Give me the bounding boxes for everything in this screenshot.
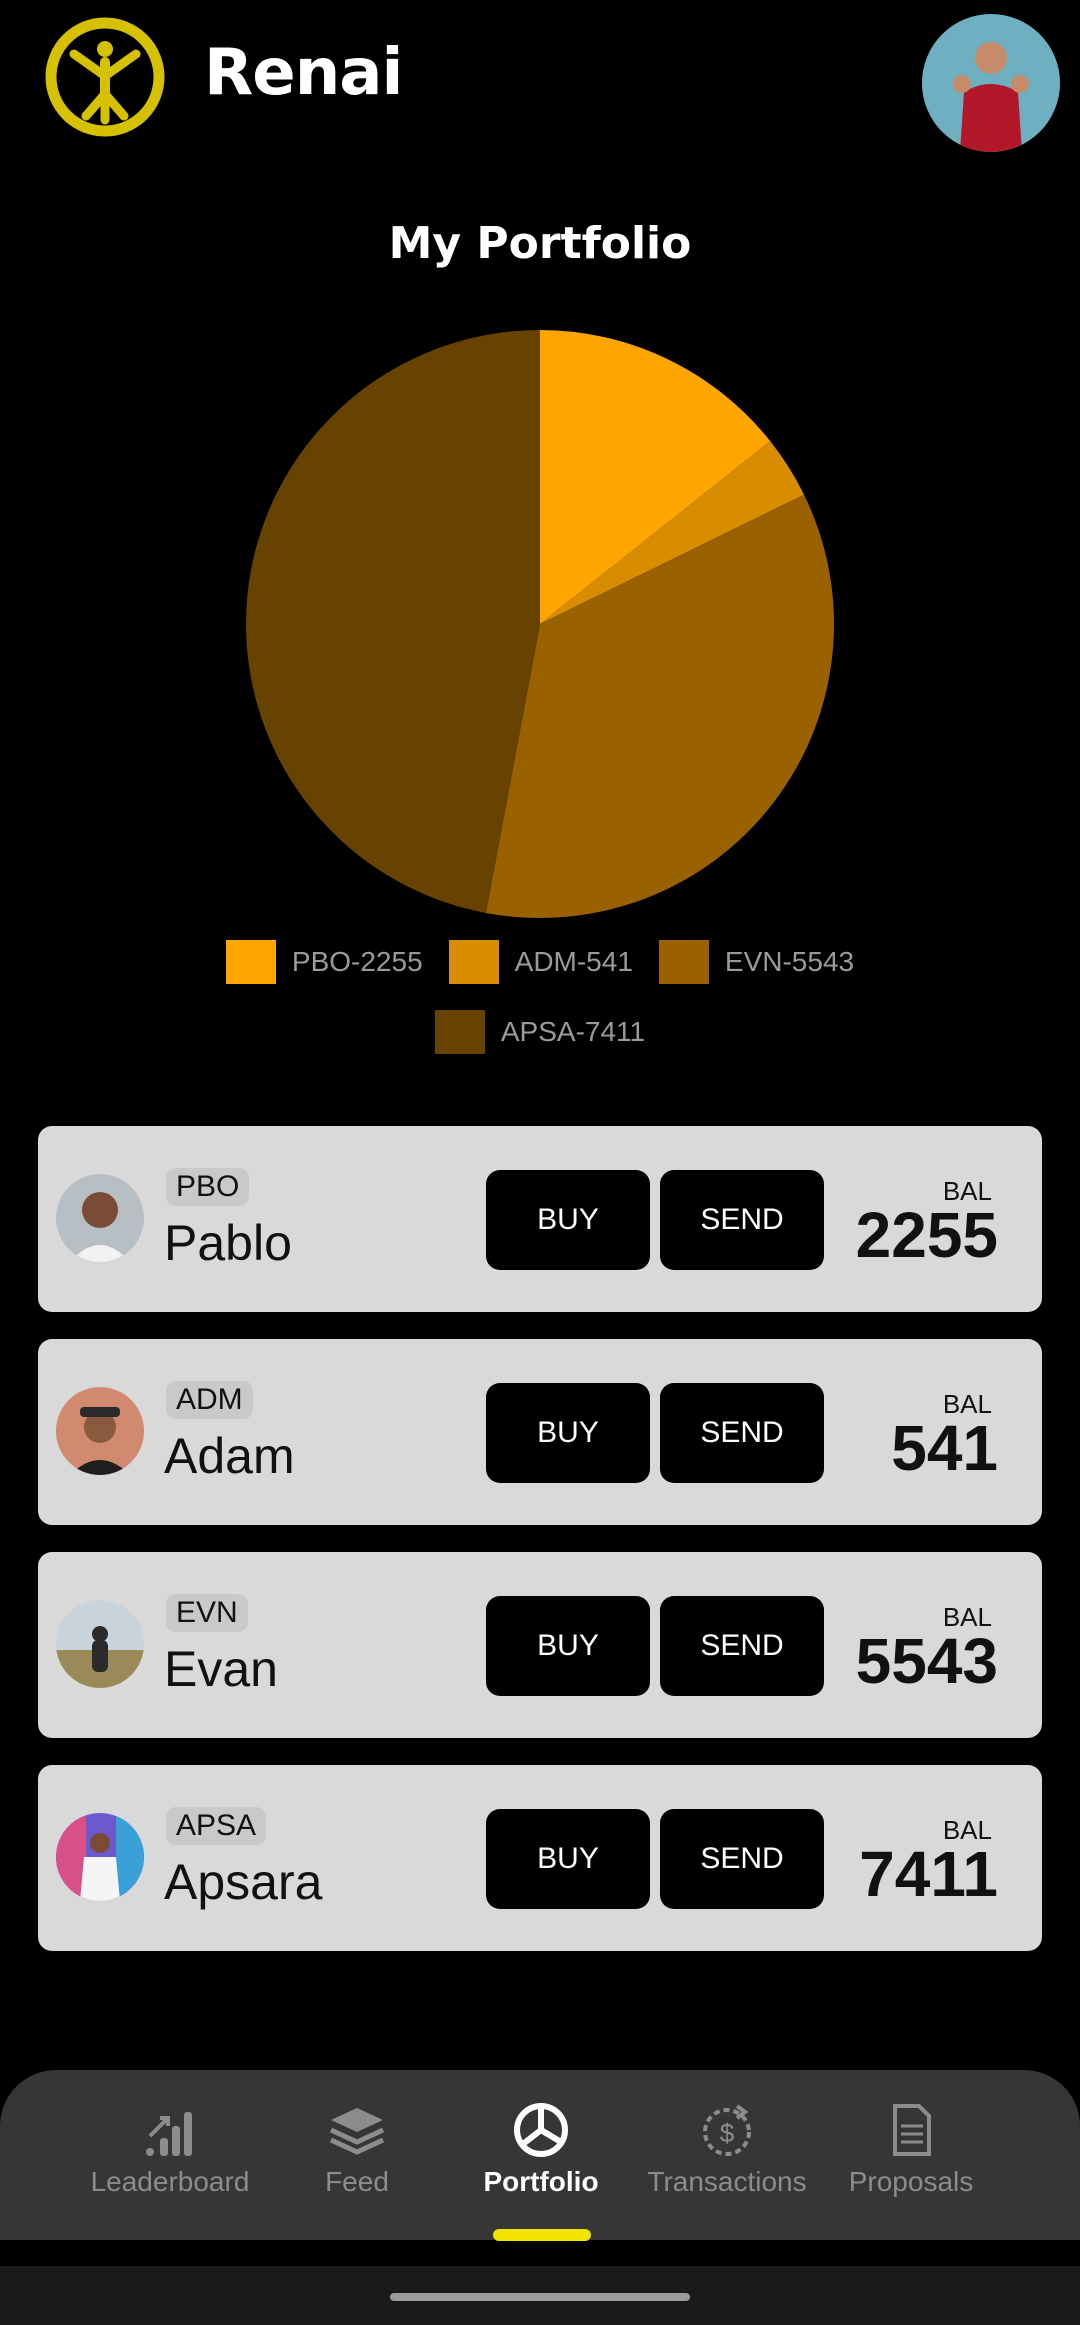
- ticker-badge: PBO: [166, 1168, 250, 1206]
- portfolio-pie-chart: [246, 330, 834, 918]
- nav-label-portfolio: Portfolio: [483, 2166, 599, 2197]
- app-title: Renai: [204, 36, 403, 110]
- nav-item-transactions[interactable]: $ Transactions: [627, 2100, 827, 2198]
- send-button[interactable]: SEND: [660, 1809, 824, 1909]
- nav-item-feed[interactable]: Feed: [257, 2100, 457, 2198]
- nav-label-leaderboard: Leaderboard: [90, 2166, 250, 2197]
- buy-button[interactable]: BUY: [486, 1596, 650, 1696]
- legend-label-evn: EVN-5543: [724, 946, 855, 977]
- buy-button[interactable]: BUY: [486, 1809, 650, 1909]
- legend-row: PBO-2255 ADM-541 EVN-5543: [0, 940, 1080, 984]
- legend-label-apsa: APSA-7411: [500, 1016, 646, 1047]
- avatar: [56, 1600, 144, 1688]
- document-icon: [893, 2104, 931, 2156]
- holding-card-pablo[interactable]: PBO Pablo BUY SEND BAL 2255: [38, 1126, 1042, 1312]
- home-gesture-handle[interactable]: [390, 2293, 690, 2301]
- leaderboard-icon: [146, 2112, 192, 2156]
- holding-card-apsara[interactable]: APSA Apsara BUY SEND BAL 7411: [38, 1765, 1042, 1951]
- legend-row: APSA-7411: [0, 1010, 1080, 1054]
- avatar: [56, 1174, 144, 1262]
- ticker-badge: APSA: [166, 1807, 267, 1845]
- legend-item-adm[interactable]: ADM-541: [448, 940, 633, 984]
- send-button[interactable]: SEND: [660, 1170, 824, 1270]
- ticker-badge: ADM: [166, 1381, 253, 1419]
- pie-slice-apsa[interactable]: [246, 330, 540, 913]
- avatar: [56, 1387, 144, 1475]
- portfolio-title: My Portfolio: [388, 218, 692, 269]
- profile-avatar[interactable]: [922, 14, 1060, 152]
- nav-item-portfolio[interactable]: Portfolio: [441, 2100, 641, 2198]
- legend-item-apsa[interactable]: APSA-7411: [434, 1010, 646, 1054]
- balance-value: 5543: [855, 1625, 998, 1697]
- holding-card-adam[interactable]: ADM Adam BUY SEND BAL 541: [38, 1339, 1042, 1525]
- holding-card-evan[interactable]: EVN Evan BUY SEND BAL 5543: [38, 1552, 1042, 1738]
- legend-item-evn[interactable]: EVN-5543: [658, 940, 855, 984]
- nav-item-proposals[interactable]: Proposals: [811, 2100, 1011, 2198]
- nav-item-leaderboard[interactable]: Leaderboard: [70, 2100, 270, 2198]
- renai-logo-icon[interactable]: [44, 16, 166, 138]
- nav-label-proposals: Proposals: [848, 2166, 974, 2197]
- legend-swatch-evn: [658, 940, 709, 984]
- legend-swatch-pbo: [225, 940, 276, 984]
- layers-icon: [329, 2108, 385, 2155]
- legend-item-pbo[interactable]: PBO-2255: [225, 940, 423, 984]
- send-button[interactable]: SEND: [660, 1383, 824, 1483]
- holder-name: Pablo: [164, 1215, 292, 1271]
- app-header: Renai: [0, 0, 1080, 170]
- buy-button[interactable]: BUY: [486, 1170, 650, 1270]
- holder-name: Evan: [164, 1641, 278, 1697]
- chart-legend: PBO-2255 ADM-541 EVN-5543 APSA-7411: [0, 940, 1080, 1080]
- svg-text:$: $: [720, 2118, 735, 2148]
- nav-label-transactions: Transactions: [647, 2166, 807, 2197]
- portfolio-icon: [514, 2103, 568, 2157]
- nav-label-feed: Feed: [325, 2166, 389, 2197]
- avatar: [56, 1813, 144, 1901]
- holder-name: Adam: [164, 1428, 295, 1484]
- legend-label-adm: ADM-541: [514, 946, 633, 977]
- legend-swatch-adm: [448, 940, 499, 984]
- active-tab-indicator: [493, 2229, 591, 2241]
- transactions-icon: $: [703, 2104, 751, 2156]
- balance-value: 7411: [859, 1838, 998, 1910]
- send-button[interactable]: SEND: [660, 1596, 824, 1696]
- balance-value: 2255: [855, 1199, 998, 1271]
- ticker-badge: EVN: [166, 1594, 248, 1632]
- holder-name: Apsara: [164, 1854, 323, 1910]
- legend-swatch-apsa: [434, 1010, 485, 1054]
- balance-value: 541: [891, 1412, 998, 1484]
- bottom-nav: Leaderboard Feed Portfolio $ Transaction…: [0, 2070, 1080, 2240]
- buy-button[interactable]: BUY: [486, 1383, 650, 1483]
- legend-label-pbo: PBO-2255: [291, 946, 423, 977]
